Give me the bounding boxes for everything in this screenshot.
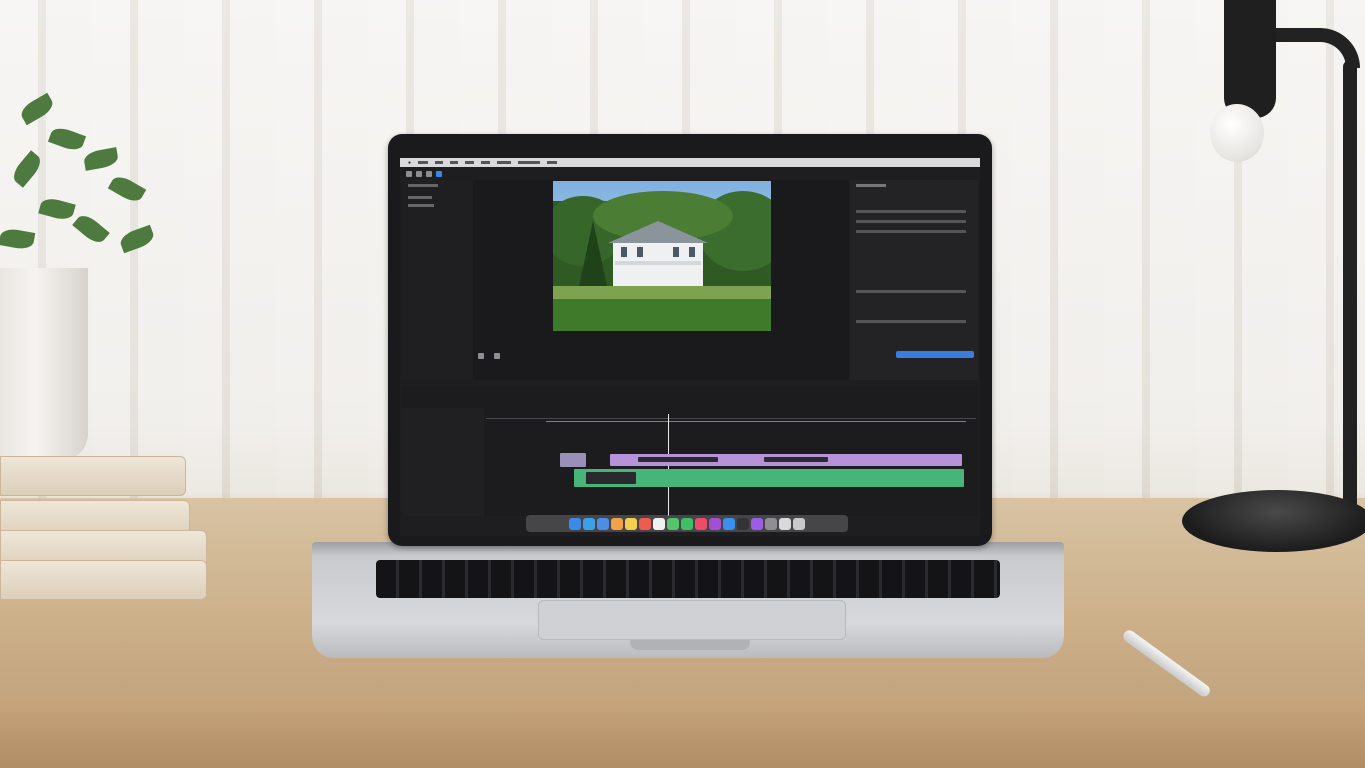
viewer-image [553,181,771,331]
notes-icon[interactable] [625,517,637,530]
music-icon[interactable] [695,517,707,530]
reminders-icon[interactable] [653,517,665,530]
safari-icon[interactable] [583,517,595,530]
lamp-bulb [1210,104,1264,162]
laptop-keyboard [376,560,1000,598]
preview-icon[interactable] [779,517,791,530]
lamp-pole [1343,60,1357,510]
menu-item[interactable] [418,161,429,164]
inspector-panel [850,180,978,380]
key-icon[interactable] [426,171,432,177]
laptop-notch [630,640,750,650]
apple-icon[interactable]: ● [408,160,411,166]
photos-icon[interactable] [611,517,623,530]
dock [526,515,848,532]
share-icon[interactable] [436,171,442,177]
clip-gap [586,472,636,484]
menu-item[interactable] [450,161,459,164]
menu-item[interactable] [435,161,444,164]
laptop-trackpad [538,600,846,640]
podcasts-icon[interactable] [709,517,721,530]
motion-icon[interactable] [751,517,763,530]
clip-gap [764,457,828,462]
fullscreen-icon[interactable] [494,353,500,359]
menu-bar: ● [400,158,980,167]
mail-icon[interactable] [597,517,609,530]
finalcut-icon[interactable] [737,517,749,530]
range-line [546,421,966,422]
desk-edge [0,700,1365,768]
viewer-controls [478,353,500,359]
settings-icon[interactable] [765,517,777,530]
clip-gap [638,457,718,462]
libraries-sidebar [402,180,472,380]
video-clip[interactable] [560,453,586,467]
trash-icon[interactable] [793,517,805,530]
menu-item[interactable] [547,161,558,164]
import-icon[interactable] [416,171,422,177]
timeline-panel [402,386,978,516]
lamp-head [1224,0,1276,118]
menu-item[interactable] [518,161,541,164]
laptop-screen: ● [400,158,980,536]
library-icon[interactable] [406,171,412,177]
menu-item[interactable] [465,161,475,164]
menu-item[interactable] [481,161,491,164]
toolbar [406,171,442,177]
facetime-icon[interactable] [681,517,693,530]
calendar-icon[interactable] [639,517,651,530]
plant-pot [0,268,88,460]
finder-icon[interactable] [569,517,581,530]
timeline-index [402,408,484,516]
appstore-icon[interactable] [723,517,735,530]
messages-icon[interactable] [667,517,679,530]
lamp-base [1182,490,1365,552]
play-icon[interactable] [478,353,484,359]
house-photo [553,181,771,331]
timeline-ruler [486,418,976,419]
apply-button[interactable] [896,351,974,358]
menu-item[interactable] [497,161,512,164]
